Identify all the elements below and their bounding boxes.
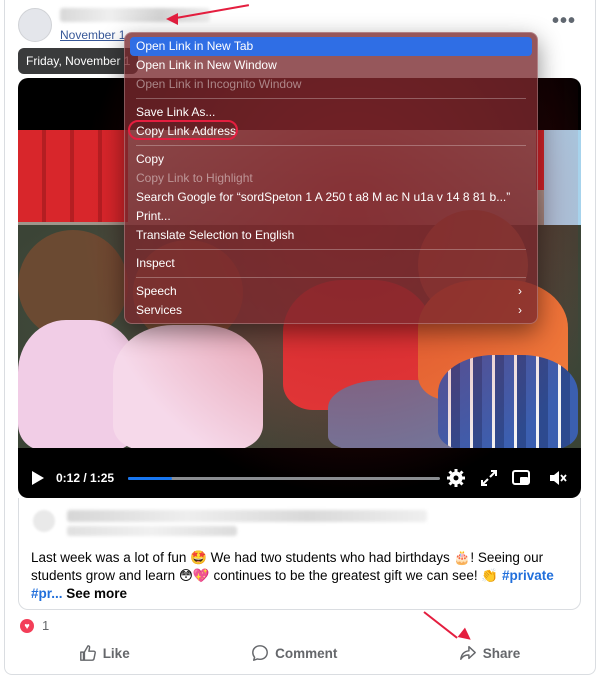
emoji: 😳💖 [178,568,210,583]
menu-copy-link-highlight[interactable]: Copy Link to Highlight [130,169,532,188]
menu-separator [136,98,526,99]
menu-speech-label: Speech [136,284,177,298]
menu-separator [136,249,526,250]
post-caption: Last week was a lot of fun 🤩 We had two … [31,550,554,601]
menu-print[interactable]: Print... [130,207,532,226]
share-arrow-icon [459,645,476,661]
menu-inspect[interactable]: Inspect [130,254,532,273]
blurred-subtitle [67,526,237,536]
play-icon[interactable] [32,471,44,485]
menu-open-incognito[interactable]: Open Link in Incognito Window [130,75,532,94]
comment-button[interactable]: Comment [251,644,337,662]
share-button[interactable]: Share [459,644,521,662]
menu-speech[interactable]: Speech › [130,282,532,301]
menu-open-new-tab[interactable]: Open Link in New Tab [130,37,532,56]
blurred-title [67,510,427,522]
menu-translate[interactable]: Translate Selection to English [130,226,532,245]
caption-card: Last week was a lot of fun 🤩 We had two … [18,498,581,610]
progress-fill [128,476,172,480]
child-2 [113,325,263,448]
browser-context-menu: Open Link in New Tab Open Link in New Wi… [124,32,538,324]
comment-label: Comment [275,645,338,661]
page-avatar[interactable] [18,8,52,42]
thumbs-up-icon [79,645,96,661]
more-options-icon[interactable]: ••• [552,10,576,33]
menu-copy[interactable]: Copy [130,150,532,169]
video-time: 0:12 / 1:25 [56,471,115,485]
video-controls: 0:12 / 1:25 [18,458,581,498]
menu-services[interactable]: Services › [130,301,532,320]
post-actions: Like Comment Share [18,638,581,668]
picture-in-picture-icon[interactable] [511,468,531,488]
progress-bar[interactable] [128,476,441,480]
mute-icon[interactable] [548,468,568,488]
menu-open-new-window[interactable]: Open Link in New Window [130,56,532,75]
like-button[interactable]: Like [79,644,130,662]
hashtag-link[interactable]: #private [502,568,554,583]
menu-services-label: Services [136,303,183,317]
emoji: 👏 [481,568,499,583]
comment-bubble-icon [252,645,269,661]
fullscreen-icon[interactable] [479,468,499,488]
chevron-right-icon: › [518,284,522,298]
post-date-link[interactable]: November 1 [60,28,125,42]
menu-separator [136,145,526,146]
menu-copy-link-address[interactable]: Copy Link Address [130,122,532,141]
annotation-arrowhead-top [166,13,178,25]
see-more-link[interactable]: See more [66,586,127,601]
hashtag-link[interactable]: #pr... [31,586,63,601]
heart-icon: ♥ [20,618,34,633]
chevron-right-icon: › [518,303,522,317]
reactions-summary[interactable]: ♥ 1 [20,618,49,633]
settings-gear-icon[interactable] [446,468,466,488]
menu-save-link-as[interactable]: Save Link As... [130,103,532,122]
emoji: 🎂 [453,550,471,565]
menu-search-google[interactable]: Search Google for “sordSpeton 1 A 250 t … [130,188,532,207]
share-label: Share [482,645,521,661]
emoji: 🤩 [190,550,207,565]
like-label: Like [102,645,130,661]
reaction-count: 1 [42,618,50,633]
date-tooltip: Friday, November 1 [18,48,138,74]
red-shelf [18,130,128,222]
menu-separator [136,277,526,278]
blurred-avatar [33,510,55,532]
